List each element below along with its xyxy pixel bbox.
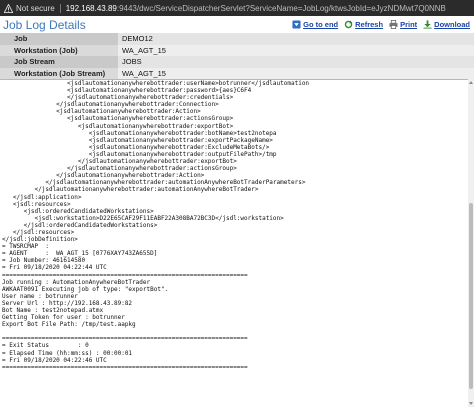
job-info-table: Job DEMO12 Workstation (Job) WA_AGT_15 J… (0, 33, 474, 79)
print-label: Print (400, 20, 418, 29)
refresh-icon (344, 20, 353, 29)
log-line: <jsdl:resources> (2, 200, 71, 208)
workstation-job-value: WA_AGT_15 (118, 44, 474, 56)
log-line: <jsdl:orderedCandidatedWorkstations> (2, 207, 154, 215)
log-line: <jsdlautomationanywherebottrader:botName… (2, 129, 277, 137)
address-separator (59, 3, 61, 13)
log-line: </jsdl:application> (2, 193, 82, 201)
log-line: ========================================… (2, 271, 248, 279)
log-line: Job running : AutomationAnywhereBotTrade… (2, 278, 151, 286)
job-info-row-workstation-job: Workstation (Job) WA_AGT_15 (0, 44, 474, 56)
job-stream-value: JOBS (118, 56, 474, 68)
refresh-button[interactable]: Refresh (344, 20, 383, 29)
warning-icon (4, 3, 13, 13)
arrow-down-icon (292, 20, 301, 29)
log-line: = Fri 09/18/2020 04:22:44 UTC (2, 264, 107, 272)
log-line: <jsdlautomationanywherebottrader:exportP… (2, 136, 273, 144)
log-line: </jsdlautomationanywherebottrader:automa… (2, 186, 259, 194)
log-line: = Elapsed Time (hh:mm:ss) : 00:00:01 (2, 349, 133, 357)
browser-address-bar[interactable]: Not secure 192.168.43.89:9443/dwc/Servic… (0, 0, 474, 16)
log-line: <jsdlautomationanywherebottrader:passwor… (2, 87, 252, 95)
log-line: </jsdlautomationanywherebottrader:Connec… (2, 101, 219, 109)
url-path: :9443/dwc/ServiceDispatcherServlet?Servi… (116, 3, 446, 13)
log-scrollbar[interactable] (468, 79, 474, 407)
log-line: Export Bot File Path: /tmp/test.aapkg (2, 321, 136, 329)
printer-icon (389, 20, 398, 29)
log-line: <jsdl:workstation>D22E65CAF29F11EABF22A3… (2, 214, 284, 222)
download-button[interactable]: Download (423, 20, 470, 29)
log-line: </jsdl:resources> (2, 228, 75, 236)
log-line: </jsdlautomationanywherebottrader:export… (2, 158, 237, 166)
page-header: Job Log Details Go to end Refresh Print … (0, 16, 474, 33)
log-line: </jsdlautomationanywherebottrader:Action… (2, 172, 205, 180)
scroll-up-icon[interactable] (469, 81, 473, 84)
security-label[interactable]: Not secure (16, 4, 55, 13)
go-to-end-label: Go to end (303, 20, 339, 29)
url-host: 192.168.43.89 (65, 3, 117, 13)
url-text[interactable]: 192.168.43.89:9443/dwc/ServiceDispatcher… (66, 4, 446, 13)
log-line: <jsdlautomationanywherebottrader:userNam… (2, 80, 310, 87)
go-to-end-button[interactable]: Go to end (292, 20, 338, 29)
log-line: User name : botrunner (2, 292, 78, 300)
log-line: ========================================… (2, 363, 248, 371)
log-line: </jsdl:orderedCandidatedWorkstations> (2, 221, 158, 229)
log-line: </jsdlautomationanywherebottrader:creden… (2, 94, 234, 102)
log-output-panel[interactable]: <jsdlautomationanywherebottrader:userNam… (0, 79, 468, 408)
scrollbar-thumb[interactable] (469, 203, 473, 389)
log-line: <jsdlautomationanywherebottrader:exportB… (2, 122, 234, 130)
scroll-down-icon[interactable] (469, 402, 473, 405)
log-line: <jsdlautomationanywherebottrader:Action> (2, 108, 201, 116)
download-icon (423, 20, 432, 29)
log-line: </jsdl:jobDefinition> (2, 236, 78, 244)
log-line: Getting Token for user : botrunner (2, 314, 125, 322)
download-label: Download (434, 20, 470, 29)
job-info-row-workstation-job-stream: Workstation (Job Stream) WA_AGT_15 (0, 67, 474, 79)
log-line: Bot Name : test2notepad.atmx (2, 307, 104, 314)
job-info-row-job-stream: Job Stream JOBS (0, 56, 474, 68)
refresh-label: Refresh (355, 20, 384, 29)
log-line: <jsdlautomationanywherebottrader:outputF… (2, 150, 277, 158)
log-line: = AGENT : WA_AGT_15 [0776XAY743ZA655D] (2, 250, 158, 258)
log-line: </jsdlautomationanywherebottrader:automa… (2, 179, 306, 187)
log-line: Server Url : http://192.168.43.89:82 (2, 299, 133, 307)
toolbar: Go to end Refresh Print Download (292, 20, 470, 29)
workstation-job-label: Workstation (Job) (0, 44, 118, 56)
job-info-row-job: Job DEMO12 (0, 33, 474, 45)
log-line: = Fri 09/18/2020 04:22:46 UTC (2, 356, 107, 364)
log-text: <jsdlautomationanywherebottrader:userNam… (0, 80, 468, 371)
job-label: Job (0, 33, 118, 45)
page-title: Job Log Details (3, 18, 86, 32)
log-line: AWKAAT009I Executing job of type: "expor… (2, 285, 169, 293)
log-line: ========================================… (2, 335, 248, 343)
log-line: = TWSRCMAP : (2, 243, 49, 251)
log-line: <jsdlautomationanywherebottrader:Exclude… (2, 143, 270, 151)
print-button[interactable]: Print (389, 20, 417, 29)
job-value: DEMO12 (118, 33, 474, 45)
job-stream-label: Job Stream (0, 56, 118, 68)
workstation-job-stream-label: Workstation (Job Stream) (0, 67, 118, 79)
log-line: = Job Number: 461614580 (2, 257, 86, 265)
log-line: = Exit Status : 0 (2, 342, 89, 350)
workstation-job-stream-value: WA_AGT_15 (118, 67, 474, 79)
log-line: <jsdlautomationanywherebottrader:actions… (2, 115, 234, 123)
log-line: </jsdlautomationanywherebottrader:action… (2, 165, 237, 173)
